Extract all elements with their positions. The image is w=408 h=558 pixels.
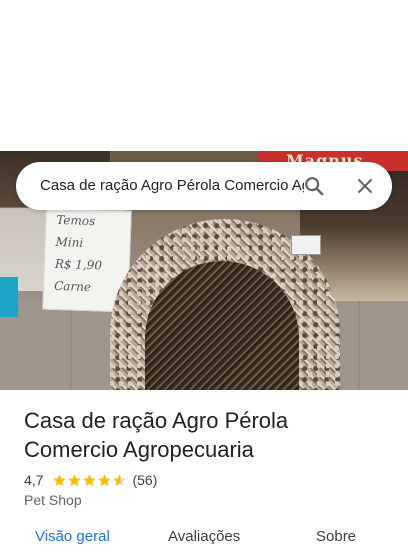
place-category[interactable]: Pet Shop xyxy=(24,492,82,508)
photo-blue-container xyxy=(0,277,18,317)
search-bar[interactable]: Casa de ração Agro Pérola Comercio Agrop… xyxy=(16,162,392,210)
review-count[interactable]: (56) xyxy=(132,472,157,488)
tab-reviews[interactable]: Avaliações xyxy=(168,528,240,545)
poster-line: R$ 1,90 xyxy=(54,256,103,273)
star-icon xyxy=(98,473,112,486)
rating-value: 4,7 xyxy=(24,472,44,488)
place-name: Casa de ração Agro Pérola Comercio Agrop… xyxy=(24,408,289,462)
tab-overview[interactable]: Visão geral xyxy=(35,528,110,545)
search-input[interactable]: Casa de ração Agro Pérola Comercio Agrop… xyxy=(40,162,304,210)
search-icon xyxy=(305,177,324,196)
star-icon xyxy=(53,473,67,486)
half-star-icon xyxy=(113,473,127,486)
star-icon xyxy=(68,473,82,486)
poster-line: Mini xyxy=(55,234,84,250)
rating-stars xyxy=(52,473,127,488)
clear-search-button[interactable] xyxy=(349,170,381,202)
photo-product-label xyxy=(291,235,321,255)
poster-line: Temos xyxy=(56,212,96,229)
rating-row[interactable]: 4,7 (56) xyxy=(24,470,157,490)
close-icon xyxy=(358,179,372,193)
place-tabs: Visão geral Avaliações Sobre xyxy=(0,528,408,558)
tab-about[interactable]: Sobre xyxy=(316,528,356,545)
star-icon xyxy=(83,473,97,486)
map-blank-area xyxy=(0,0,408,151)
search-button[interactable] xyxy=(298,170,330,202)
